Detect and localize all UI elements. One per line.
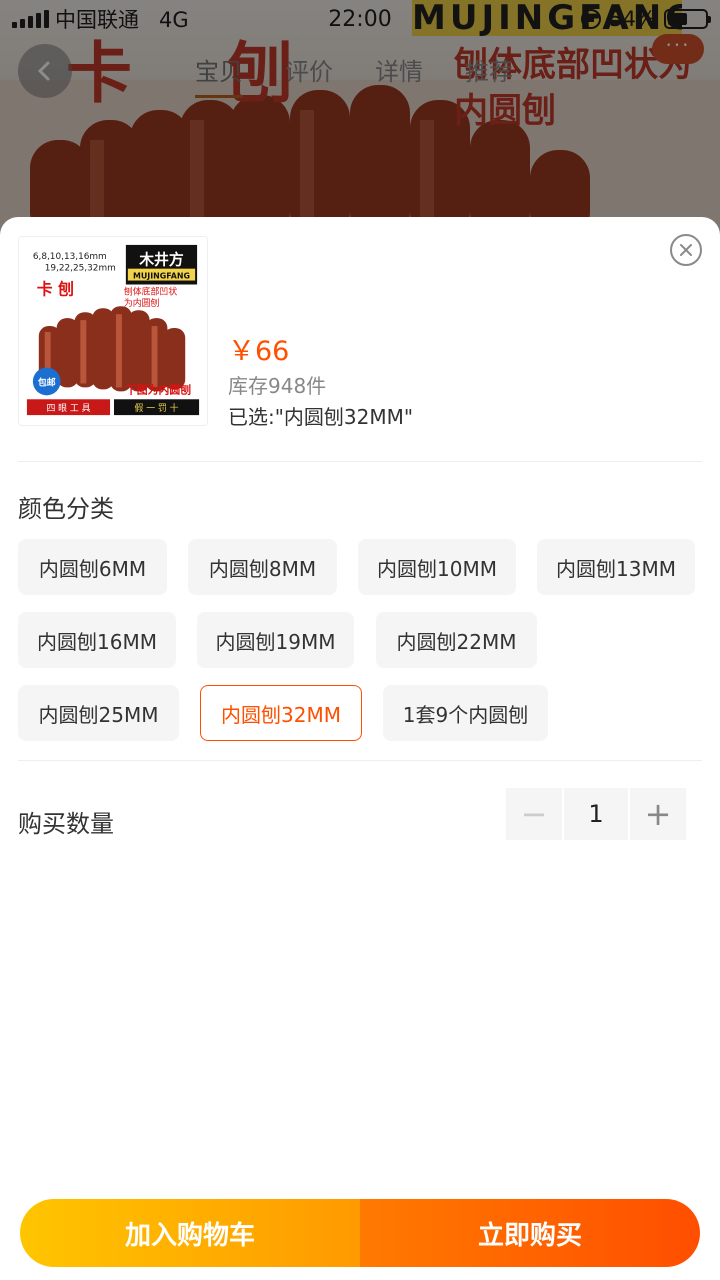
divider [18,760,702,761]
thumb-sizes-line2: 19,22,25,32mm [45,264,116,274]
quantity-label: 购买数量 [18,810,114,838]
close-button[interactable] [670,234,702,266]
battery-icon [664,9,711,29]
thumb-sizes-line1: 6,8,10,13,16mm [33,252,107,262]
option-chip[interactable]: 内圆刨10MM [358,539,516,595]
option-chip[interactable]: 1套9个内圆刨 [383,685,548,741]
thumb-badge: 包邮 [37,376,56,388]
stock-count: 库存948件 [228,374,327,398]
option-chip[interactable]: 内圆刨19MM [197,612,354,668]
thumb-caption1: 刨体底部凹状 [124,285,177,297]
status-bar: 中国联通 4G 22:00 54% [0,0,720,38]
action-buttons: 加入购物车 立即购买 [20,1199,700,1267]
color-section-title: 颜色分类 [18,495,114,523]
option-chip[interactable]: 内圆刨6MM [18,539,167,595]
add-to-cart-button[interactable]: 加入购物车 [20,1199,360,1267]
product-thumbnail[interactable]: 6,8,10,13,16mm 19,22,25,32mm 木井方 MUJINGF… [18,236,208,426]
thumb-bottom-note: 下图为内圆刨 [126,382,191,396]
option-chip[interactable]: 内圆刨8MM [188,539,337,595]
option-chip[interactable]: 内圆刨25MM [18,685,179,741]
option-chip[interactable]: 内圆刨22MM [376,612,537,668]
divider [18,461,702,462]
increase-quantity-button[interactable]: + [630,788,686,840]
decrease-quantity-button[interactable]: − [506,788,562,840]
thumb-title: 卡 刨 [37,279,74,298]
thumb-caption2: 为内圆刨 [124,297,160,309]
thumb-brand-en: MUJINGFANG [133,272,190,281]
clock: 22:00 [328,7,392,32]
thumb-brand-cn: 木井方 [138,251,184,269]
buy-now-button[interactable]: 立即购买 [360,1199,700,1267]
selected-variant: 已选:"内圆刨32MM" [228,405,414,429]
quantity-stepper: − 1 + [506,788,686,840]
sku-selection-sheet: 6,8,10,13,16mm 19,22,25,32mm 木井方 MUJINGF… [0,217,720,1280]
thumb-footer-left: 四 眼 工 具 [46,403,90,414]
thumb-footer-right: 假 一 罚 十 [135,402,179,414]
option-chip[interactable]: 内圆刨13MM [537,539,695,595]
option-chip-selected[interactable]: 内圆刨32MM [200,685,362,741]
price: ￥66 [228,336,290,367]
quantity-value[interactable]: 1 [564,788,628,840]
close-icon [680,244,692,256]
option-chip[interactable]: 内圆刨16MM [18,612,176,668]
